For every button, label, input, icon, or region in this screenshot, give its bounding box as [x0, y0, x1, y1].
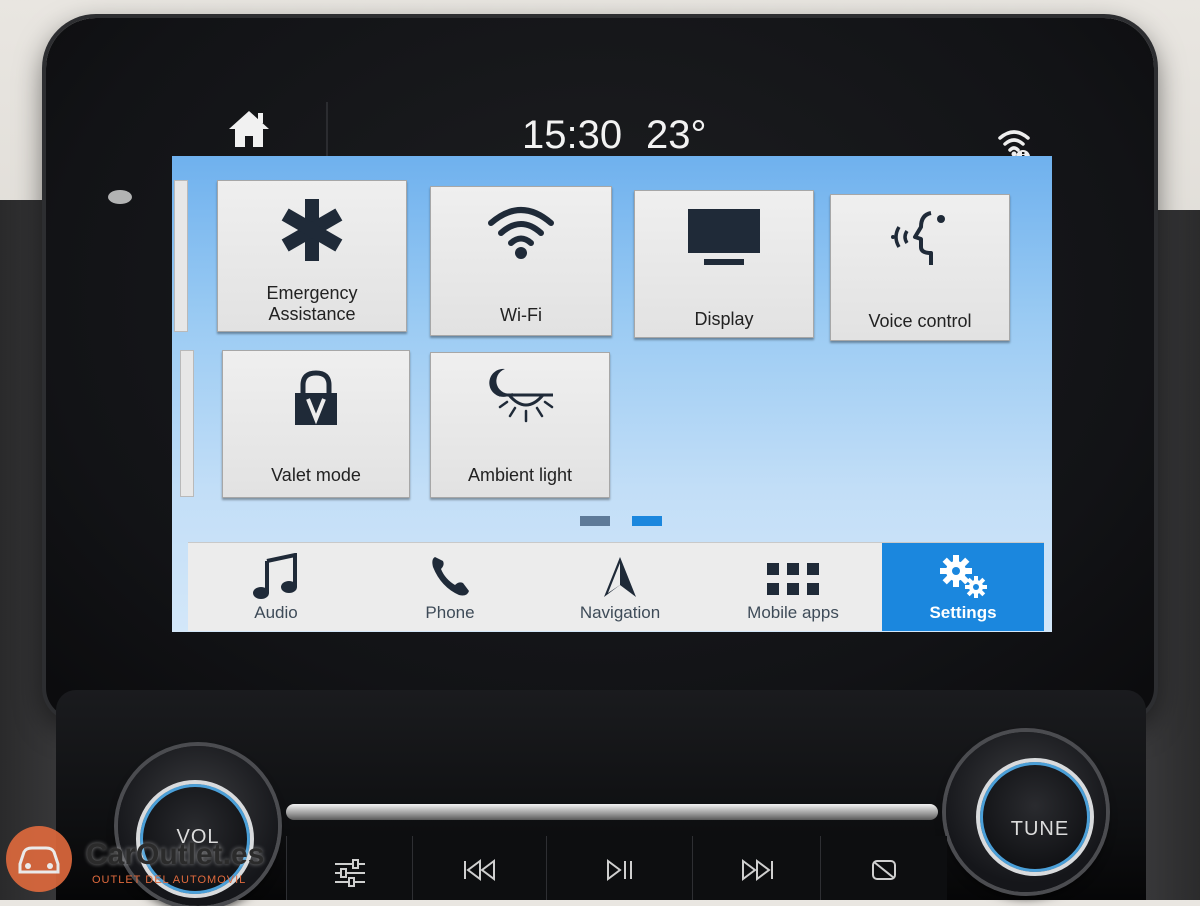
tune-knob[interactable]: TUNE: [946, 732, 1106, 892]
ambient-light-icon: [483, 365, 557, 432]
play-pause-icon: [607, 859, 632, 881]
bottom-nav-bar: Audio Phone Navigation Mobile apps Setti…: [188, 542, 1044, 631]
tile-label-line2: Assistance: [268, 304, 356, 324]
clock: 15:30: [522, 113, 623, 157]
navigation-arrow-icon: [600, 553, 640, 606]
gears-icon: [936, 553, 990, 606]
tile-label: Emergency Assistance: [218, 283, 406, 325]
music-note-icon: [251, 552, 301, 606]
wifi-icon: [486, 199, 556, 266]
nav-audio[interactable]: Audio: [188, 543, 364, 631]
tune-knob-face: [976, 758, 1094, 876]
nav-navigation[interactable]: Navigation: [536, 543, 704, 631]
outside-temperature: 23°: [646, 113, 707, 157]
settings-screen: Emergency Assistance Wi-Fi Display Voice…: [172, 156, 1052, 632]
tile-ambient-light[interactable]: Ambient light: [430, 352, 610, 498]
phone-icon: [427, 553, 473, 606]
play-pause-button[interactable]: [546, 836, 693, 900]
tune-knob-label: TUNE: [1010, 818, 1070, 840]
lock-icon: [291, 369, 341, 432]
grid-icon: [765, 553, 821, 604]
nav-label: Phone: [425, 603, 475, 622]
tile-wifi[interactable]: Wi-Fi: [430, 186, 612, 336]
tile-display[interactable]: Display: [634, 190, 814, 338]
skip-back-icon: [464, 859, 495, 881]
tile-label: Display: [694, 309, 754, 329]
previous-page-tile-edge: [180, 350, 194, 497]
tile-label: Ambient light: [467, 465, 573, 485]
home-icon[interactable]: [226, 108, 272, 150]
page-indicator-1[interactable]: [580, 516, 610, 526]
tile-label-line1: Emergency: [266, 283, 358, 303]
tile-label: Valet mode: [271, 465, 361, 485]
nav-label: Audio: [254, 603, 298, 622]
screen-off-button[interactable]: [820, 836, 947, 900]
monitor-icon: [686, 207, 762, 272]
status-bar-divider: [326, 102, 328, 160]
voice-icon: [885, 207, 955, 278]
nav-label: Navigation: [579, 603, 661, 622]
ambient-sensor: [108, 190, 132, 204]
tile-voice-control[interactable]: Voice control: [830, 194, 1010, 341]
asterisk-icon: [277, 195, 347, 270]
watermark-tagline: OUTLET DEL AUTOMOVIL: [92, 874, 247, 886]
skip-forward-button[interactable]: [692, 836, 821, 900]
car-logo-icon: [6, 826, 72, 892]
skip-forward-icon: [742, 859, 773, 881]
page-indicator-2[interactable]: [632, 516, 662, 526]
nav-label: Mobile apps: [747, 603, 839, 622]
tile-valet-mode[interactable]: Valet mode: [222, 350, 410, 498]
nav-phone[interactable]: Phone: [364, 543, 536, 631]
nav-mobile-apps[interactable]: Mobile apps: [704, 543, 882, 631]
screen-off-icon: [872, 860, 896, 880]
tile-label: Voice control: [868, 311, 972, 331]
nav-settings[interactable]: Settings: [882, 543, 1044, 631]
watermark: CarOutlet.es OUTLET DEL AUTOMOVIL: [6, 826, 306, 896]
nav-label: Settings: [929, 603, 997, 622]
watermark-brand: CarOutlet.es: [86, 838, 265, 871]
chrome-trim: [286, 804, 938, 820]
tile-label: Wi-Fi: [500, 305, 542, 325]
previous-page-tile-edge: [174, 180, 188, 332]
tile-emergency-assistance[interactable]: Emergency Assistance: [217, 180, 407, 332]
skip-back-button[interactable]: [412, 836, 547, 900]
equalizer-icon: [335, 859, 365, 887]
